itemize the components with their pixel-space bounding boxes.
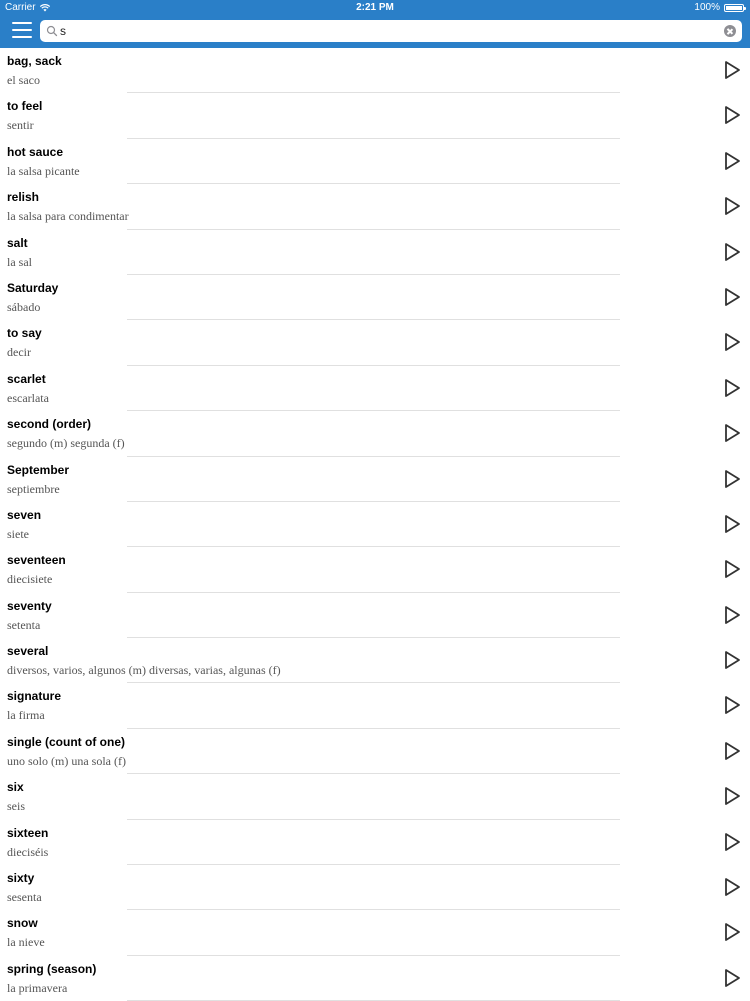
battery-icon	[724, 3, 746, 12]
search-input[interactable]	[60, 22, 720, 40]
spanish-translation: sentir	[7, 118, 34, 133]
list-item[interactable]: seven siete	[0, 502, 750, 548]
play-icon[interactable]	[722, 921, 742, 943]
spanish-translation: la primavera	[7, 980, 68, 995]
nav-bar	[0, 15, 750, 48]
play-icon[interactable]	[722, 740, 742, 762]
list-item[interactable]: sixteen dieciséis	[0, 820, 750, 866]
english-word: hot sauce	[7, 144, 64, 159]
list-item[interactable]: sixty sesenta	[0, 865, 750, 911]
spanish-translation: el saco	[7, 73, 40, 87]
english-word: second (order)	[7, 417, 92, 432]
english-word: September	[7, 462, 70, 477]
english-word: to feel	[7, 99, 43, 114]
spanish-translation: seis	[7, 799, 25, 814]
play-icon[interactable]	[722, 785, 742, 807]
play-icon[interactable]	[722, 59, 742, 81]
play-icon[interactable]	[722, 831, 742, 853]
play-icon[interactable]	[722, 604, 742, 626]
spanish-translation: sesenta	[7, 890, 42, 905]
hamburger-menu-icon[interactable]	[12, 22, 32, 40]
english-word: relish	[7, 190, 40, 205]
play-icon[interactable]	[722, 876, 742, 898]
english-word: sixteen	[7, 825, 49, 840]
play-icon[interactable]	[722, 104, 742, 126]
english-word: several	[7, 644, 49, 659]
play-icon[interactable]	[722, 649, 742, 671]
english-word: seven	[7, 507, 42, 522]
spanish-translation: uno solo (m) una sola (f)	[7, 753, 126, 768]
list-item[interactable]: seventy setenta	[0, 593, 750, 639]
play-icon[interactable]	[722, 468, 742, 490]
list-item[interactable]: scarlet escarlata	[0, 366, 750, 412]
list-item[interactable]: salt la sal	[0, 230, 750, 275]
english-word: seventy	[7, 598, 52, 613]
spanish-translation: siete	[7, 526, 29, 541]
list-item[interactable]: September septiembre	[0, 457, 750, 502]
list-item[interactable]: to say decir	[0, 320, 750, 366]
play-icon[interactable]	[722, 331, 742, 353]
english-word: Saturday	[7, 280, 59, 295]
english-word: salt	[7, 235, 28, 250]
spanish-translation: diecisiete	[7, 572, 53, 587]
spanish-translation: la salsa picante	[7, 163, 80, 178]
play-icon[interactable]	[722, 241, 742, 263]
english-word: snow	[7, 916, 38, 931]
list-item[interactable]: several diversos, varios, algunos (m) div…	[0, 638, 750, 684]
spanish-translation: la salsa para condimentar	[7, 209, 129, 224]
clear-search-icon[interactable]	[724, 25, 736, 37]
english-word: sixty	[7, 871, 35, 886]
english-word: six	[7, 780, 24, 795]
spanish-translation: sábado	[7, 299, 41, 314]
spanish-translation: escarlata	[7, 390, 49, 405]
battery-percent: 100%	[694, 2, 720, 13]
list-item[interactable]: snow la nieve	[0, 910, 750, 956]
list-item[interactable]: to feel sentir	[0, 93, 750, 139]
play-icon[interactable]	[722, 967, 742, 989]
play-icon[interactable]	[722, 558, 742, 580]
status-right: 100%	[694, 2, 746, 13]
list-item[interactable]: second (order) segundo (m) segunda (f)	[0, 411, 750, 457]
play-icon[interactable]	[722, 422, 742, 444]
english-word: single (count of one)	[7, 734, 125, 749]
list-item[interactable]: signature la firma	[0, 683, 750, 729]
spanish-translation: septiembre	[7, 481, 60, 496]
list-item[interactable]: spring (season) la primavera	[0, 956, 750, 1001]
play-icon[interactable]	[722, 286, 742, 308]
status-bar: Carrier 2:21 PM 100%	[0, 0, 750, 15]
play-icon[interactable]	[722, 513, 742, 535]
english-word: bag, sack	[7, 54, 62, 68]
list-item[interactable]: six seis	[0, 774, 750, 820]
play-icon[interactable]	[722, 150, 742, 172]
play-icon[interactable]	[722, 377, 742, 399]
list-item[interactable]: seventeen diecisiete	[0, 547, 750, 593]
spanish-translation: la firma	[7, 708, 45, 723]
english-word: seventeen	[7, 553, 66, 568]
search-bar[interactable]	[40, 20, 742, 42]
list-item[interactable]: bag, sack el saco	[0, 48, 750, 94]
spanish-translation: dieciséis	[7, 844, 49, 859]
spanish-translation: diversos, varios, algunos (m) diversas, …	[7, 663, 281, 678]
spanish-translation: segundo (m) segunda (f)	[7, 436, 125, 451]
english-word: scarlet	[7, 371, 46, 386]
list-item[interactable]: hot sauce la salsa picante	[0, 139, 750, 185]
spanish-translation: decir	[7, 345, 31, 360]
play-icon[interactable]	[722, 694, 742, 716]
english-word: to say	[7, 326, 42, 341]
spanish-translation: la nieve	[7, 935, 45, 950]
list-item[interactable]: relish la salsa para condimentar	[0, 184, 750, 230]
play-icon[interactable]	[722, 195, 742, 217]
spanish-translation: la sal	[7, 254, 32, 269]
english-word: signature	[7, 689, 62, 704]
search-icon	[46, 25, 58, 37]
list-item[interactable]: Saturday sábado	[0, 275, 750, 321]
spanish-translation: setenta	[7, 617, 41, 632]
english-word: spring (season)	[7, 961, 97, 976]
word-list: bag, sack el saco to feel sentir hot sauce la…	[0, 48, 750, 1001]
status-time: 2:21 PM	[356, 2, 394, 13]
list-item[interactable]: single (count of one) uno solo (m) una so…	[0, 729, 750, 775]
